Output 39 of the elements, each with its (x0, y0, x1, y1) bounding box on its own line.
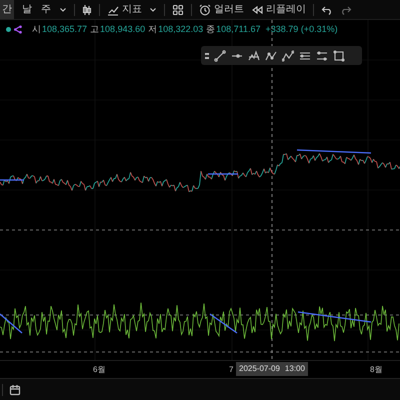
wave-icon[interactable] (265, 50, 277, 62)
trend-line (0, 314, 22, 334)
pattern-icon[interactable] (248, 50, 260, 62)
crosshair-time-label: 2025-07-09 13:00 (236, 362, 308, 376)
indicators-button[interactable]: 지표 (107, 2, 142, 17)
ohlc-label: 고 (90, 23, 100, 36)
trend-line-icon[interactable] (214, 50, 226, 62)
high-value: 108,943.60 (100, 23, 146, 36)
redo-icon[interactable] (340, 4, 352, 16)
zigzag-icon[interactable] (282, 50, 294, 62)
time-label: 7 (229, 364, 234, 376)
parallel-channel-icon[interactable] (299, 50, 311, 62)
rewind-icon[interactable] (251, 4, 263, 16)
trend-line (210, 313, 238, 334)
alert-button[interactable]: 얼러트 (199, 2, 244, 17)
ohlc-label: 시 (32, 23, 41, 36)
time-label: 6월 (93, 364, 106, 376)
ohlc-label: 종 (206, 23, 216, 36)
symbol-logo-icon (14, 25, 23, 34)
timeframe-button[interactable]: 날 (21, 2, 33, 17)
timeframe-button[interactable]: 간 (0, 0, 14, 19)
timeframe-button[interactable]: 주 (40, 2, 52, 17)
drag-handle-icon (205, 52, 209, 58)
undo-icon[interactable] (321, 4, 333, 16)
trend-line (0, 179, 24, 181)
close-value: 108,711.67 (216, 23, 261, 36)
low-value: 108,322.03 (158, 23, 204, 36)
grid-icon[interactable] (172, 4, 184, 16)
calendar-icon[interactable] (9, 384, 21, 396)
candlestick-icon[interactable] (82, 4, 92, 16)
ohlc-label: 저 (148, 23, 158, 36)
open-value: 108,365.77 (42, 23, 88, 36)
alarm-clock-icon[interactable] (199, 4, 211, 16)
time-label: 8월 (370, 364, 382, 376)
replay-button[interactable]: 리플레이 (251, 2, 306, 17)
change-value: +338.79 (+0.31%) (266, 23, 338, 36)
range-icon[interactable] (316, 50, 328, 62)
rectangle-icon[interactable] (333, 50, 345, 62)
trend-line (208, 173, 238, 175)
